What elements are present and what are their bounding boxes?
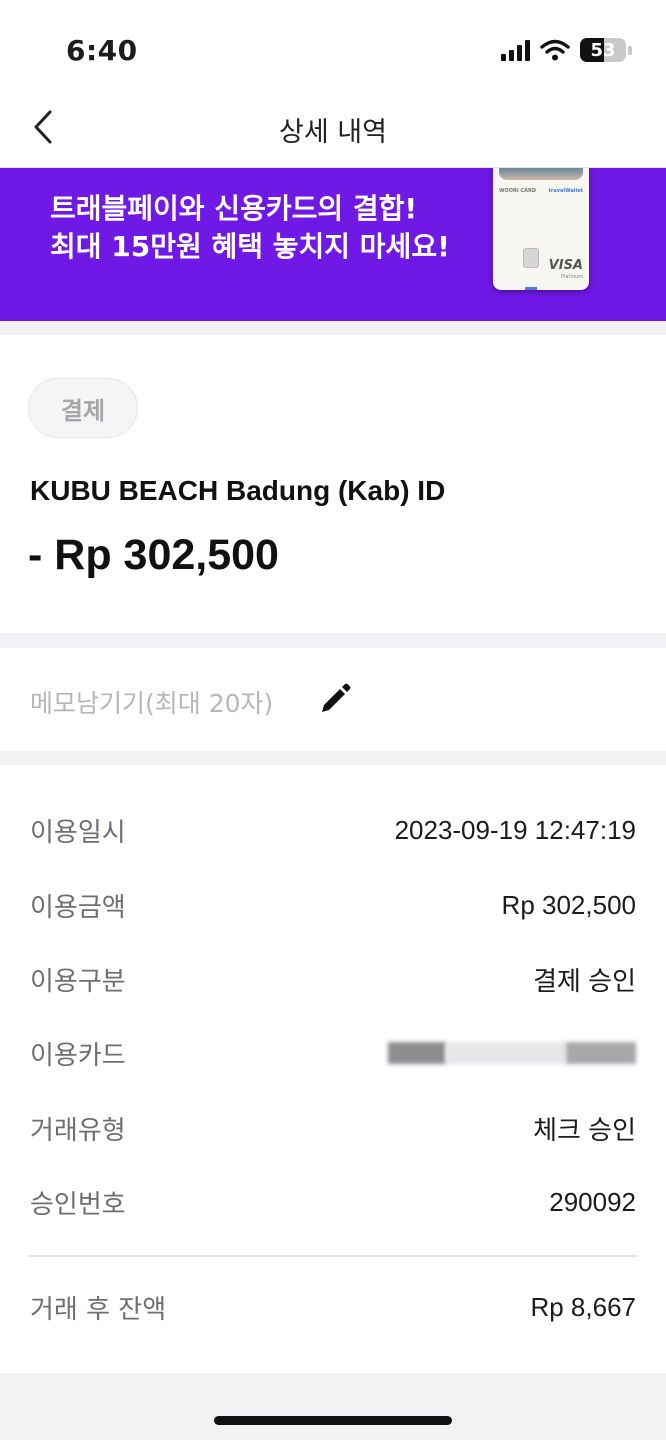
status-time: 6:40 xyxy=(66,34,138,67)
detail-value: 결제 승인 xyxy=(533,965,636,996)
cellular-signal-icon xyxy=(501,39,530,61)
card-wallet: travelWallet xyxy=(548,188,583,194)
divider xyxy=(28,1255,638,1257)
battery-percent: 53 xyxy=(590,39,616,61)
card-image: WOORI CARD travelWallet VISA Platinum xyxy=(493,168,589,290)
detail-label: 거래유형 xyxy=(30,1115,126,1146)
transaction-amount: - Rp 302,500 xyxy=(28,531,279,579)
banner-line-1: 트래블페이와 신용카드의 결합! xyxy=(50,192,418,225)
memo-section[interactable]: 메모남기기(최대 20자) xyxy=(0,648,666,751)
memo-input[interactable]: 메모남기기(최대 20자) xyxy=(30,684,273,720)
banner-text: 트래블페이와 신용카드의 결합! 최대 15만원 혜택 놓치지 마세요! xyxy=(50,190,450,266)
payment-type-badge: 결제 xyxy=(28,378,138,438)
transaction-details: 이용일시 2023-09-19 12:47:19 이용금액 Rp 302,500… xyxy=(0,765,666,1373)
banner-line-2: 최대 15만원 혜택 놓치지 마세요! xyxy=(50,230,450,263)
card-chip xyxy=(523,248,539,268)
detail-label: 이용금액 xyxy=(30,892,126,923)
detail-row-datetime: 이용일시 2023-09-19 12:47:19 xyxy=(30,810,636,850)
transaction-summary: 결제 KUBU BEACH Badung (Kab) ID - Rp 302,5… xyxy=(0,335,666,633)
home-indicator[interactable] xyxy=(214,1416,452,1425)
detail-value: 290092 xyxy=(549,1186,636,1217)
detail-label: 승인번호 xyxy=(30,1189,126,1220)
status-bar: 6:40 53 xyxy=(0,0,666,90)
detail-value: 체크 승인 xyxy=(533,1114,636,1145)
nav-bar: 상세 내역 xyxy=(0,90,666,168)
page-title: 상세 내역 xyxy=(279,117,387,148)
card-tier: Platinum xyxy=(560,274,583,280)
detail-value: Rp 302,500 xyxy=(501,889,636,920)
promo-banner[interactable]: 트래블페이와 신용카드의 결합! 최대 15만원 혜택 놓치지 마세요! WOO… xyxy=(0,168,666,321)
pencil-icon[interactable] xyxy=(318,682,352,716)
merchant-name: KUBU BEACH Badung (Kab) ID xyxy=(30,475,446,506)
balance-value: Rp 8,667 xyxy=(530,1291,636,1322)
detail-row-transaction-kind: 거래유형 체크 승인 xyxy=(30,1108,636,1148)
card-brand: WOORI CARD xyxy=(499,188,537,194)
wifi-icon xyxy=(540,39,570,61)
balance-label: 거래 후 잔액 xyxy=(30,1294,167,1325)
detail-row-type: 이용구분 결제 승인 xyxy=(30,959,636,999)
battery-icon: 53 xyxy=(580,38,632,62)
detail-row-amount: 이용금액 Rp 302,500 xyxy=(30,885,636,925)
detail-value: 2023-09-19 12:47:19 xyxy=(394,814,636,845)
redacted-card-number xyxy=(388,1042,636,1064)
detail-row-approval-number: 승인번호 290092 xyxy=(30,1182,636,1222)
detail-label: 이용구분 xyxy=(30,966,126,997)
card-network: VISA xyxy=(548,258,583,273)
status-icons: 53 xyxy=(501,38,632,62)
detail-label: 이용일시 xyxy=(30,817,126,848)
detail-row-card: 이용카드 xyxy=(30,1033,636,1073)
detail-label: 이용카드 xyxy=(30,1040,126,1071)
detail-row-balance: 거래 후 잔액 Rp 8,667 xyxy=(30,1287,636,1327)
